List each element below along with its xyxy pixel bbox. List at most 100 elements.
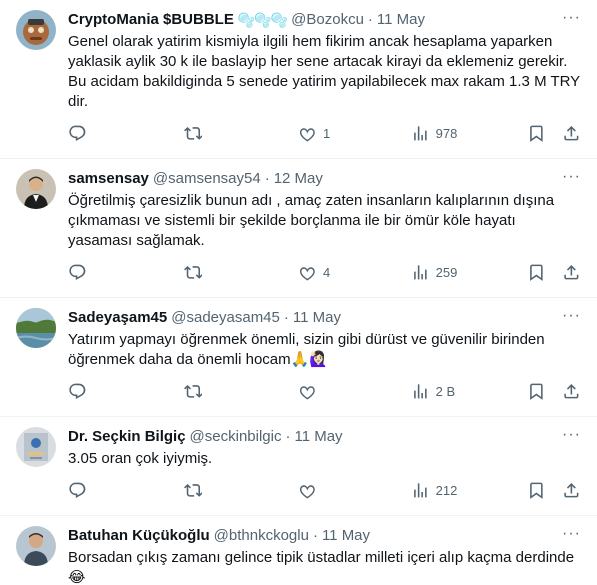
reply-icon <box>69 125 86 141</box>
separator-dot: · <box>283 309 289 326</box>
heart-icon <box>300 127 316 142</box>
share-button[interactable] <box>562 263 581 282</box>
user-handle[interactable]: @seckinbilgic <box>190 427 282 447</box>
avatar[interactable] <box>16 427 56 467</box>
display-name[interactable]: Dr. Seçkin Bilgiç <box>68 427 186 447</box>
separator-dot: · <box>264 170 270 187</box>
views-count: 2 B <box>435 383 456 399</box>
heart-icon <box>300 484 316 499</box>
share-icon <box>564 482 579 498</box>
retweet-button[interactable] <box>183 263 299 282</box>
action-bar: 2 B <box>68 370 581 416</box>
tweet-text: 3.05 oran çok iyiymiş. <box>68 450 213 467</box>
action-bar: 212 <box>68 469 581 515</box>
bookmark-button[interactable] <box>527 124 546 143</box>
reply-button[interactable] <box>68 263 184 282</box>
tweet[interactable]: Dr. Seçkin Bilgiç @seckinbilgic · 11 May… <box>0 417 597 516</box>
more-icon[interactable]: ··· <box>562 526 581 542</box>
share-button[interactable] <box>562 481 581 500</box>
avatar[interactable] <box>16 169 56 209</box>
tweet[interactable]: samsensay @samsensay54 · 12 May Öğretilm… <box>0 159 597 298</box>
tweet-date[interactable]: 11 May <box>322 526 370 546</box>
bookmark-icon <box>529 264 543 281</box>
like-button[interactable]: 1 <box>298 124 411 143</box>
retweet-button[interactable] <box>183 481 299 500</box>
more-icon[interactable]: ··· <box>562 10 581 26</box>
tweet[interactable]: Batuhan Küçükoğlu @bthnkckoglu · 11 May … <box>0 516 597 585</box>
bookmark-icon <box>529 482 543 499</box>
more-icon[interactable]: ··· <box>562 308 581 324</box>
tweet-feed: CryptoMania $BUBBLE 🫧🫧🫧 @Bozokcu · 11 Ma… <box>0 0 597 585</box>
reply-button[interactable] <box>68 124 184 143</box>
tweet-date[interactable]: 12 May <box>274 169 323 189</box>
like-button[interactable] <box>298 481 411 500</box>
like-count: 4 <box>322 264 331 280</box>
retweet-button[interactable] <box>183 124 299 143</box>
heart-icon <box>300 385 316 400</box>
bookmark-icon <box>529 383 543 400</box>
tweet-text: Genel olarak yatirim kismiyla ilgili hem… <box>68 33 580 110</box>
user-handle[interactable]: @Bozokcu <box>291 10 364 30</box>
user-handle[interactable]: @bthnkckoglu <box>214 526 309 546</box>
like-count: 1 <box>322 125 331 141</box>
more-icon[interactable]: ··· <box>562 169 581 185</box>
views-button[interactable]: 978 <box>411 124 527 143</box>
views-icon <box>414 482 427 498</box>
share-button[interactable] <box>562 124 581 143</box>
share-icon <box>564 264 579 280</box>
views-button[interactable]: 259 <box>411 263 527 282</box>
more-icon[interactable]: ··· <box>562 427 581 443</box>
display-name[interactable]: Batuhan Küçükoğlu <box>68 526 210 546</box>
bookmark-button[interactable] <box>527 481 546 500</box>
display-name[interactable]: Sadeyaşam45 <box>68 308 167 328</box>
display-name[interactable]: samsensay <box>68 169 149 189</box>
views-count: 259 <box>435 264 458 280</box>
like-button[interactable] <box>298 382 411 401</box>
avatar[interactable] <box>16 10 56 50</box>
views-icon <box>414 125 427 141</box>
bubble-badge: 🫧🫧🫧 <box>237 12 288 28</box>
retweet-icon <box>183 126 203 140</box>
display-name[interactable]: CryptoMania $BUBBLE <box>68 10 234 30</box>
reply-icon <box>69 264 86 280</box>
tweet-text: Yatırım yapmayı öğrenmek önemli, sizin g… <box>68 331 545 368</box>
like-button[interactable]: 4 <box>298 263 411 282</box>
retweet-icon <box>183 265 203 279</box>
views-count: 212 <box>435 482 458 498</box>
bookmark-icon <box>529 125 543 142</box>
views-count: 978 <box>435 125 458 141</box>
separator-dot: · <box>312 527 318 544</box>
reply-icon <box>69 482 86 498</box>
user-handle[interactable]: @sadeyasam45 <box>171 308 280 328</box>
retweet-icon <box>183 384 203 398</box>
bookmark-button[interactable] <box>527 382 546 401</box>
heart-icon <box>300 266 316 281</box>
share-button[interactable] <box>562 382 581 401</box>
tweet-text: Borsadan çıkış zamanı gelince tipik üsta… <box>68 549 575 585</box>
tweet[interactable]: CryptoMania $BUBBLE 🫧🫧🫧 @Bozokcu · 11 Ma… <box>0 0 597 159</box>
avatar[interactable] <box>16 526 56 566</box>
share-icon <box>564 383 579 399</box>
action-bar: 1 978 <box>68 112 581 158</box>
views-button[interactable]: 2 B <box>411 382 527 401</box>
bookmark-button[interactable] <box>527 263 546 282</box>
user-handle[interactable]: @samsensay54 <box>153 169 261 189</box>
reply-button[interactable] <box>68 481 184 500</box>
share-icon <box>564 125 579 141</box>
tweet-date[interactable]: 11 May <box>294 427 342 447</box>
retweet-button[interactable] <box>183 382 299 401</box>
tweet[interactable]: Sadeyaşam45 @sadeyasam45 · 11 May Yatırı… <box>0 298 597 417</box>
avatar[interactable] <box>16 308 56 348</box>
views-icon <box>414 383 427 399</box>
tweet-date[interactable]: 11 May <box>293 308 341 328</box>
tweet-text: Öğretilmiş çaresizlik bunun adı , amaç z… <box>68 192 555 249</box>
separator-dot: · <box>285 428 291 445</box>
views-button[interactable]: 212 <box>411 481 527 500</box>
views-icon <box>414 264 427 280</box>
separator-dot: · <box>367 11 373 28</box>
reply-icon <box>69 383 86 399</box>
tweet-date[interactable]: 11 May <box>377 10 425 30</box>
reply-button[interactable] <box>68 382 184 401</box>
action-bar: 4 259 <box>68 251 581 297</box>
retweet-icon <box>183 483 203 497</box>
